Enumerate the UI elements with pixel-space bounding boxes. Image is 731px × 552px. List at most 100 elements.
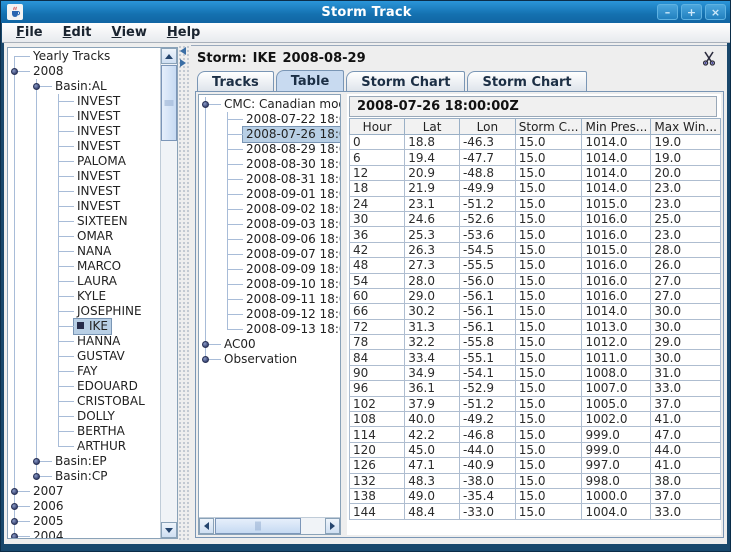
- table-cell[interactable]: 1014.0: [582, 181, 651, 196]
- table-cell[interactable]: 60: [350, 288, 405, 303]
- tree-row-cristobal[interactable]: CRISTOBAL: [8, 394, 160, 409]
- table-cell[interactable]: 19.0: [651, 135, 721, 150]
- table-cell[interactable]: 24: [350, 196, 405, 211]
- table-cell[interactable]: -52.9: [459, 381, 515, 396]
- table-row[interactable]: 018.8-46.315.01014.019.0: [350, 135, 721, 150]
- tree-row-paloma[interactable]: PALOMA: [8, 154, 160, 169]
- table-cell[interactable]: 997.0: [582, 458, 651, 473]
- tree-label[interactable]: 2008-09-10 18:0: [243, 277, 340, 292]
- cut-scissors-icon[interactable]: [701, 50, 717, 66]
- horizontal-scroll-thumb[interactable]: [215, 518, 301, 534]
- table-cell[interactable]: 27.0: [651, 288, 721, 303]
- tree-row-2008-08-29-18-0[interactable]: 2008-08-29 18:0: [199, 142, 340, 157]
- table-cell[interactable]: 102: [350, 396, 405, 411]
- table-cell[interactable]: 72: [350, 319, 405, 334]
- tree-row-2008-07-22-18-0[interactable]: 2008-07-22 18:0: [199, 112, 340, 127]
- table-row[interactable]: 1821.9-49.915.01014.023.0: [350, 181, 721, 196]
- tree-label[interactable]: SIXTEEN: [74, 214, 131, 229]
- table-cell[interactable]: -56.0: [459, 273, 515, 288]
- menu-edit[interactable]: Edit: [53, 23, 102, 42]
- table-cell[interactable]: 15.0: [515, 427, 582, 442]
- tree-row-2008-09-06-18-0[interactable]: 2008-09-06 18:0: [199, 232, 340, 247]
- table-cell[interactable]: 12: [350, 165, 405, 180]
- table-cell[interactable]: 1000.0: [582, 488, 651, 503]
- table-cell[interactable]: 126: [350, 458, 405, 473]
- tree-handle-icon[interactable]: [202, 356, 209, 363]
- table-cell[interactable]: 15.0: [515, 211, 582, 226]
- table-row[interactable]: 9636.1-52.915.01007.033.0: [350, 381, 721, 396]
- table-row[interactable]: 10237.9-51.215.01005.037.0: [350, 396, 721, 411]
- table-cell[interactable]: 23.1: [405, 196, 460, 211]
- tree-handle-icon[interactable]: [202, 101, 209, 108]
- table-cell[interactable]: 132: [350, 473, 405, 488]
- table-cell[interactable]: 23.0: [651, 181, 721, 196]
- table-cell[interactable]: 19.0: [651, 150, 721, 165]
- table-row[interactable]: 12647.1-40.915.0997.041.0: [350, 458, 721, 473]
- table-cell[interactable]: -49.2: [459, 412, 515, 427]
- table-cell[interactable]: 29.0: [405, 288, 460, 303]
- menu-help[interactable]: Help: [157, 23, 210, 42]
- table-cell[interactable]: 45.0: [405, 442, 460, 457]
- tree-row-2008-08-31-18-0[interactable]: 2008-08-31 18:0: [199, 172, 340, 187]
- table-row[interactable]: 2423.1-51.215.01015.023.0: [350, 196, 721, 211]
- table-row[interactable]: 1220.9-48.815.01014.020.0: [350, 165, 721, 180]
- menu-view[interactable]: View: [102, 23, 157, 42]
- table-cell[interactable]: 1016.0: [582, 288, 651, 303]
- table-cell[interactable]: 15.0: [515, 412, 582, 427]
- tree-row-dolly[interactable]: DOLLY: [8, 409, 160, 424]
- table-cell[interactable]: -54.5: [459, 242, 515, 257]
- column-header-stormc[interactable]: Storm C...: [515, 119, 582, 135]
- table-cell[interactable]: 144: [350, 504, 405, 519]
- tree-row-gustav[interactable]: GUSTAV: [8, 349, 160, 364]
- table-cell[interactable]: 138: [350, 488, 405, 503]
- tab-tracks-0[interactable]: Tracks: [197, 71, 274, 92]
- table-cell[interactable]: 18: [350, 181, 405, 196]
- tree-label[interactable]: MARCO: [74, 259, 124, 274]
- tree-label[interactable]: BERTHA: [74, 424, 128, 439]
- tree-row-fay[interactable]: FAY: [8, 364, 160, 379]
- tree-row-2007[interactable]: 2007: [8, 484, 160, 499]
- table-cell[interactable]: -40.9: [459, 458, 515, 473]
- tree-label[interactable]: 2007: [30, 484, 67, 499]
- table-row[interactable]: 13248.3-38.015.0998.038.0: [350, 473, 721, 488]
- table-cell[interactable]: 15.0: [515, 181, 582, 196]
- table-cell[interactable]: -47.7: [459, 150, 515, 165]
- table-cell[interactable]: 28.0: [651, 242, 721, 257]
- tree-label[interactable]: INVEST: [74, 184, 123, 199]
- table-cell[interactable]: 0: [350, 135, 405, 150]
- scroll-down-button[interactable]: [161, 522, 177, 538]
- table-cell[interactable]: -46.3: [459, 135, 515, 150]
- tree-label[interactable]: KYLE: [74, 289, 109, 304]
- table-cell[interactable]: 15.0: [515, 258, 582, 273]
- tree-row-invest[interactable]: INVEST: [8, 124, 160, 139]
- table-cell[interactable]: 38.0: [651, 473, 721, 488]
- tree-row-invest[interactable]: INVEST: [8, 199, 160, 214]
- tree-label[interactable]: 2008: [30, 64, 67, 79]
- table-row[interactable]: 4827.3-55.515.01016.026.0: [350, 258, 721, 273]
- tree-label[interactable]: JOSEPHINE: [74, 304, 145, 319]
- table-cell[interactable]: 15.0: [515, 458, 582, 473]
- table-cell[interactable]: 47.1: [405, 458, 460, 473]
- menu-file[interactable]: File: [6, 23, 53, 42]
- minimize-button[interactable]: –: [657, 4, 678, 20]
- tree-label[interactable]: 2008-07-26 18:0: [243, 127, 340, 142]
- tree-label[interactable]: 2005: [30, 514, 67, 529]
- table-cell[interactable]: 90: [350, 365, 405, 380]
- tree-label[interactable]: INVEST: [74, 94, 123, 109]
- tree-handle-icon[interactable]: [11, 518, 18, 525]
- tree-row-edouard[interactable]: EDOUARD: [8, 379, 160, 394]
- collapse-left-icon[interactable]: [180, 47, 186, 55]
- tree-handle-icon[interactable]: [11, 68, 18, 75]
- table-cell[interactable]: 15.0: [515, 504, 582, 519]
- table-cell[interactable]: 1004.0: [582, 504, 651, 519]
- table-cell[interactable]: 998.0: [582, 473, 651, 488]
- table-cell[interactable]: -55.1: [459, 350, 515, 365]
- table-cell[interactable]: 15.0: [515, 135, 582, 150]
- table-cell[interactable]: 66: [350, 304, 405, 319]
- table-cell[interactable]: 34.9: [405, 365, 460, 380]
- table-cell[interactable]: 19.4: [405, 150, 460, 165]
- table-cell[interactable]: -46.8: [459, 427, 515, 442]
- table-cell[interactable]: 999.0: [582, 427, 651, 442]
- tree-row-nana[interactable]: NANA: [8, 244, 160, 259]
- tree-row-2008-09-02-18-0[interactable]: 2008-09-02 18:0: [199, 202, 340, 217]
